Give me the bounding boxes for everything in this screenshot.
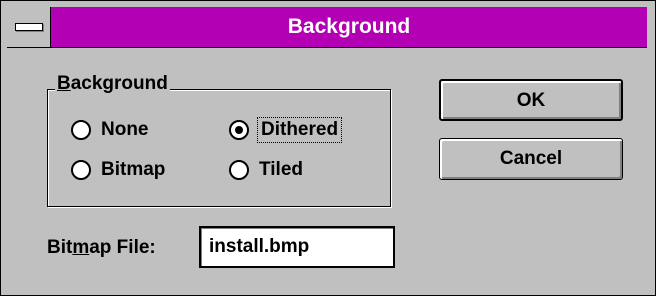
- radio-dithered-label: Dithered: [256, 117, 343, 143]
- radio-none-label: None: [101, 119, 149, 140]
- radio-dithered-circle[interactable]: [229, 120, 249, 140]
- background-groupbox: [47, 89, 391, 207]
- background-dialog: Background Background None Dithered Bitm…: [0, 0, 656, 296]
- radio-none-circle[interactable]: [71, 120, 91, 140]
- bitmap-file-label: Bitmap File:: [47, 236, 156, 260]
- radio-bitmap-circle[interactable]: [71, 160, 91, 180]
- system-menu-icon: [15, 23, 43, 31]
- bitmap-file-input[interactable]: install.bmp: [199, 226, 395, 268]
- window-title: Background: [287, 15, 411, 38]
- radio-none[interactable]: None: [71, 118, 149, 142]
- bitmap-file-label-pre: Bit: [47, 237, 73, 258]
- group-label: Background: [55, 73, 170, 95]
- radio-bitmap[interactable]: Bitmap: [71, 158, 165, 182]
- bitmap-file-label-accelerator: m: [72, 237, 90, 258]
- group-label-accelerator: B: [57, 73, 71, 94]
- radio-tiled-circle[interactable]: [229, 160, 249, 180]
- ok-button[interactable]: OK: [439, 79, 623, 121]
- radio-selected-dot: [235, 126, 243, 134]
- title-bar[interactable]: Background: [7, 7, 647, 48]
- radio-tiled[interactable]: Tiled: [229, 158, 303, 182]
- radio-tiled-label: Tiled: [259, 159, 303, 180]
- bitmap-file-label-post: ap File:: [89, 237, 156, 258]
- radio-bitmap-label: Bitmap: [101, 159, 166, 180]
- group-label-rest: ackground: [70, 73, 168, 94]
- radio-dithered[interactable]: Dithered: [229, 117, 343, 143]
- cancel-button[interactable]: Cancel: [439, 138, 623, 180]
- system-menu-button[interactable]: [7, 7, 51, 47]
